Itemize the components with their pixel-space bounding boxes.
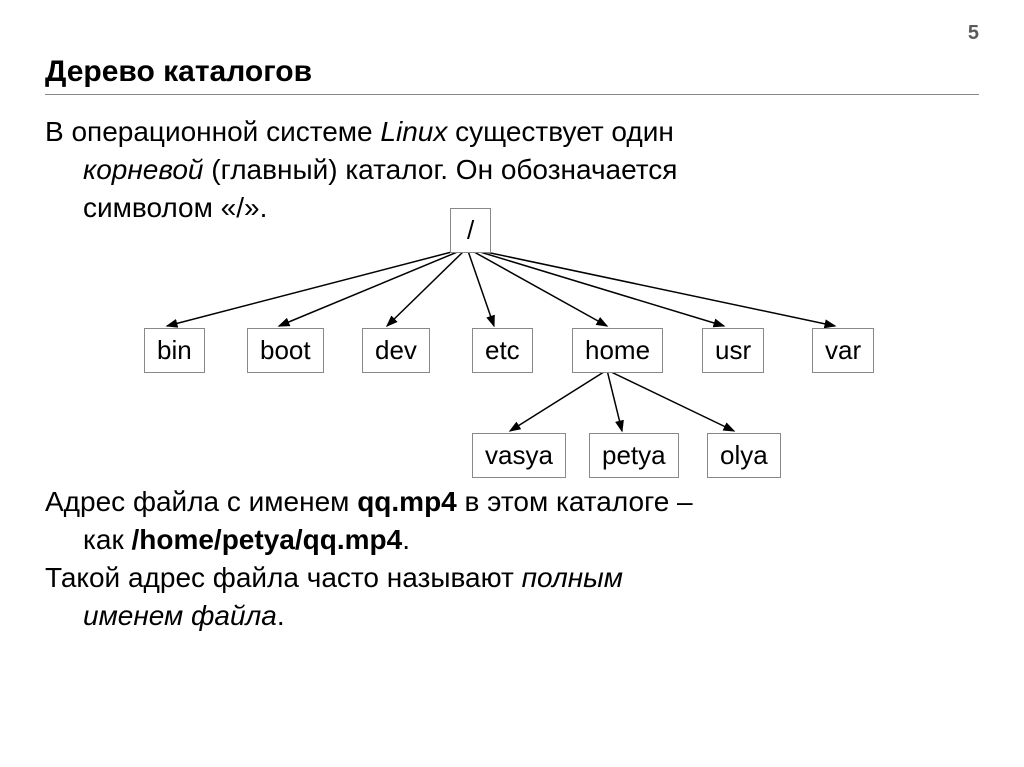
p2-t2: qq.mp4	[357, 486, 457, 517]
node-vasya: vasya	[472, 433, 566, 478]
p3-t3: именем файла	[83, 600, 277, 631]
p3-t1: Такой адрес файла часто называют	[45, 562, 522, 593]
p1-t3: существует один	[447, 116, 674, 147]
node-home: home	[572, 328, 663, 373]
p3-t4: .	[277, 600, 285, 631]
node-petya: petya	[589, 433, 679, 478]
p2-t3: в этом каталоге –	[457, 486, 693, 517]
slide-title: Дерево каталогов	[45, 55, 979, 89]
tree-diagram: / bin boot dev etc home usr var vasya pe…	[62, 208, 962, 473]
divider	[45, 94, 979, 95]
p1-t2: Linux	[380, 116, 447, 147]
node-dev: dev	[362, 328, 430, 373]
p3-t2: полным	[522, 562, 623, 593]
page-number: 5	[968, 22, 979, 45]
node-boot: boot	[247, 328, 324, 373]
node-etc: etc	[472, 328, 533, 373]
p1-t5: (главный) каталог. Он обозначается	[204, 154, 678, 185]
paragraph-3: Такой адрес файла часто называют полным …	[45, 559, 979, 635]
node-olya: olya	[707, 433, 781, 478]
p2-t6: .	[402, 524, 410, 555]
p2-t1: Адрес файла с именем	[45, 486, 357, 517]
node-usr: usr	[702, 328, 764, 373]
node-root: /	[450, 208, 491, 253]
paragraph-2: Адрес файла с именем qq.mp4 в этом катал…	[45, 483, 979, 559]
p1-t1: В операционной системе	[45, 116, 380, 147]
p2-t4: как	[83, 524, 131, 555]
p2-t5: /home/petya/qq.mp4	[131, 524, 402, 555]
p1-t4: корневой	[83, 154, 204, 185]
node-bin: bin	[144, 328, 205, 373]
node-var: var	[812, 328, 874, 373]
